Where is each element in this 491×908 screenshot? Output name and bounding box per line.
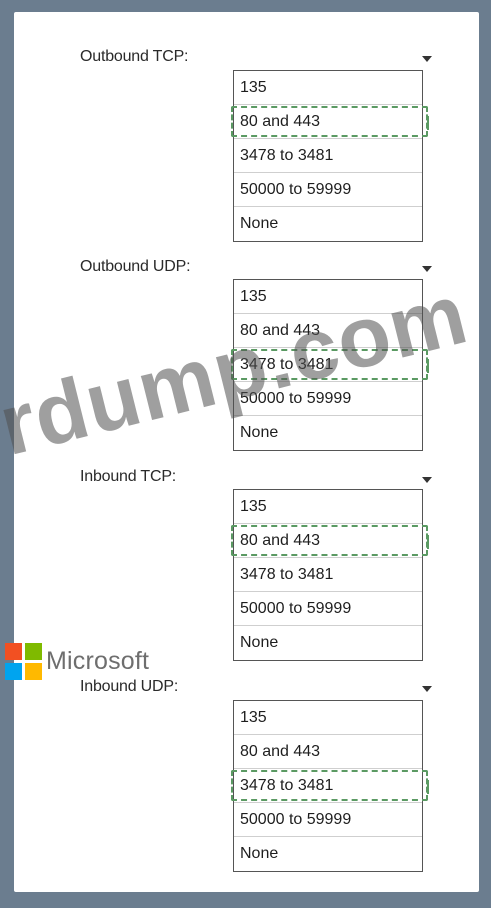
chevron-down-icon	[422, 266, 432, 272]
option-none[interactable]: None	[234, 207, 422, 241]
option-135[interactable]: 135	[234, 490, 422, 524]
option-80-and-443[interactable]: 80 and 443	[231, 524, 429, 558]
option-80-and-443[interactable]: 80 and 443	[234, 735, 422, 769]
outbound-tcp-dropdown[interactable]	[232, 50, 440, 70]
option-80-and-443[interactable]: 80 and 443	[234, 314, 422, 348]
option-none[interactable]: None	[234, 626, 422, 660]
option-3478-to-3481[interactable]: 3478 to 3481	[234, 139, 422, 173]
inbound-udp-label: Inbound UDP:	[80, 678, 179, 695]
option-3478-to-3481[interactable]: 3478 to 3481	[231, 769, 429, 803]
microsoft-logo-icon	[5, 643, 43, 681]
option-3478-to-3481[interactable]: 3478 to 3481	[234, 558, 422, 592]
inbound-udp-options: 135 80 and 443 3478 to 3481 50000 to 599…	[231, 700, 429, 872]
option-50000-to-59999[interactable]: 50000 to 59999	[234, 803, 422, 837]
option-50000-to-59999[interactable]: 50000 to 59999	[234, 382, 422, 416]
chevron-down-icon	[422, 686, 432, 692]
outbound-tcp-options: 135 80 and 443 3478 to 3481 50000 to 599…	[231, 70, 429, 242]
inbound-tcp-label: Inbound TCP:	[80, 468, 177, 485]
inbound-tcp-options: 135 80 and 443 3478 to 3481 50000 to 599…	[231, 489, 429, 661]
outbound-udp-options: 135 80 and 443 3478 to 3481 50000 to 599…	[231, 279, 429, 451]
option-135[interactable]: 135	[234, 701, 422, 735]
inbound-udp-dropdown[interactable]	[232, 680, 440, 700]
option-50000-to-59999[interactable]: 50000 to 59999	[234, 173, 422, 207]
outbound-udp-dropdown[interactable]	[232, 260, 440, 280]
option-135[interactable]: 135	[234, 280, 422, 314]
inbound-tcp-dropdown[interactable]	[232, 471, 440, 491]
option-80-and-443[interactable]: 80 and 443	[231, 105, 429, 139]
option-none[interactable]: None	[234, 416, 422, 450]
answer-area-panel: Outbound TCP: 135 80 and 443 3478 to 348…	[14, 12, 479, 892]
outbound-tcp-label: Outbound TCP:	[80, 48, 189, 65]
option-50000-to-59999[interactable]: 50000 to 59999	[234, 592, 422, 626]
option-135[interactable]: 135	[234, 71, 422, 105]
chevron-down-icon	[422, 56, 432, 62]
option-none[interactable]: None	[234, 837, 422, 871]
chevron-down-icon	[422, 477, 432, 483]
outbound-udp-label: Outbound UDP:	[80, 258, 191, 275]
option-3478-to-3481[interactable]: 3478 to 3481	[231, 348, 429, 382]
microsoft-logo-text: Microsoft	[46, 647, 150, 675]
